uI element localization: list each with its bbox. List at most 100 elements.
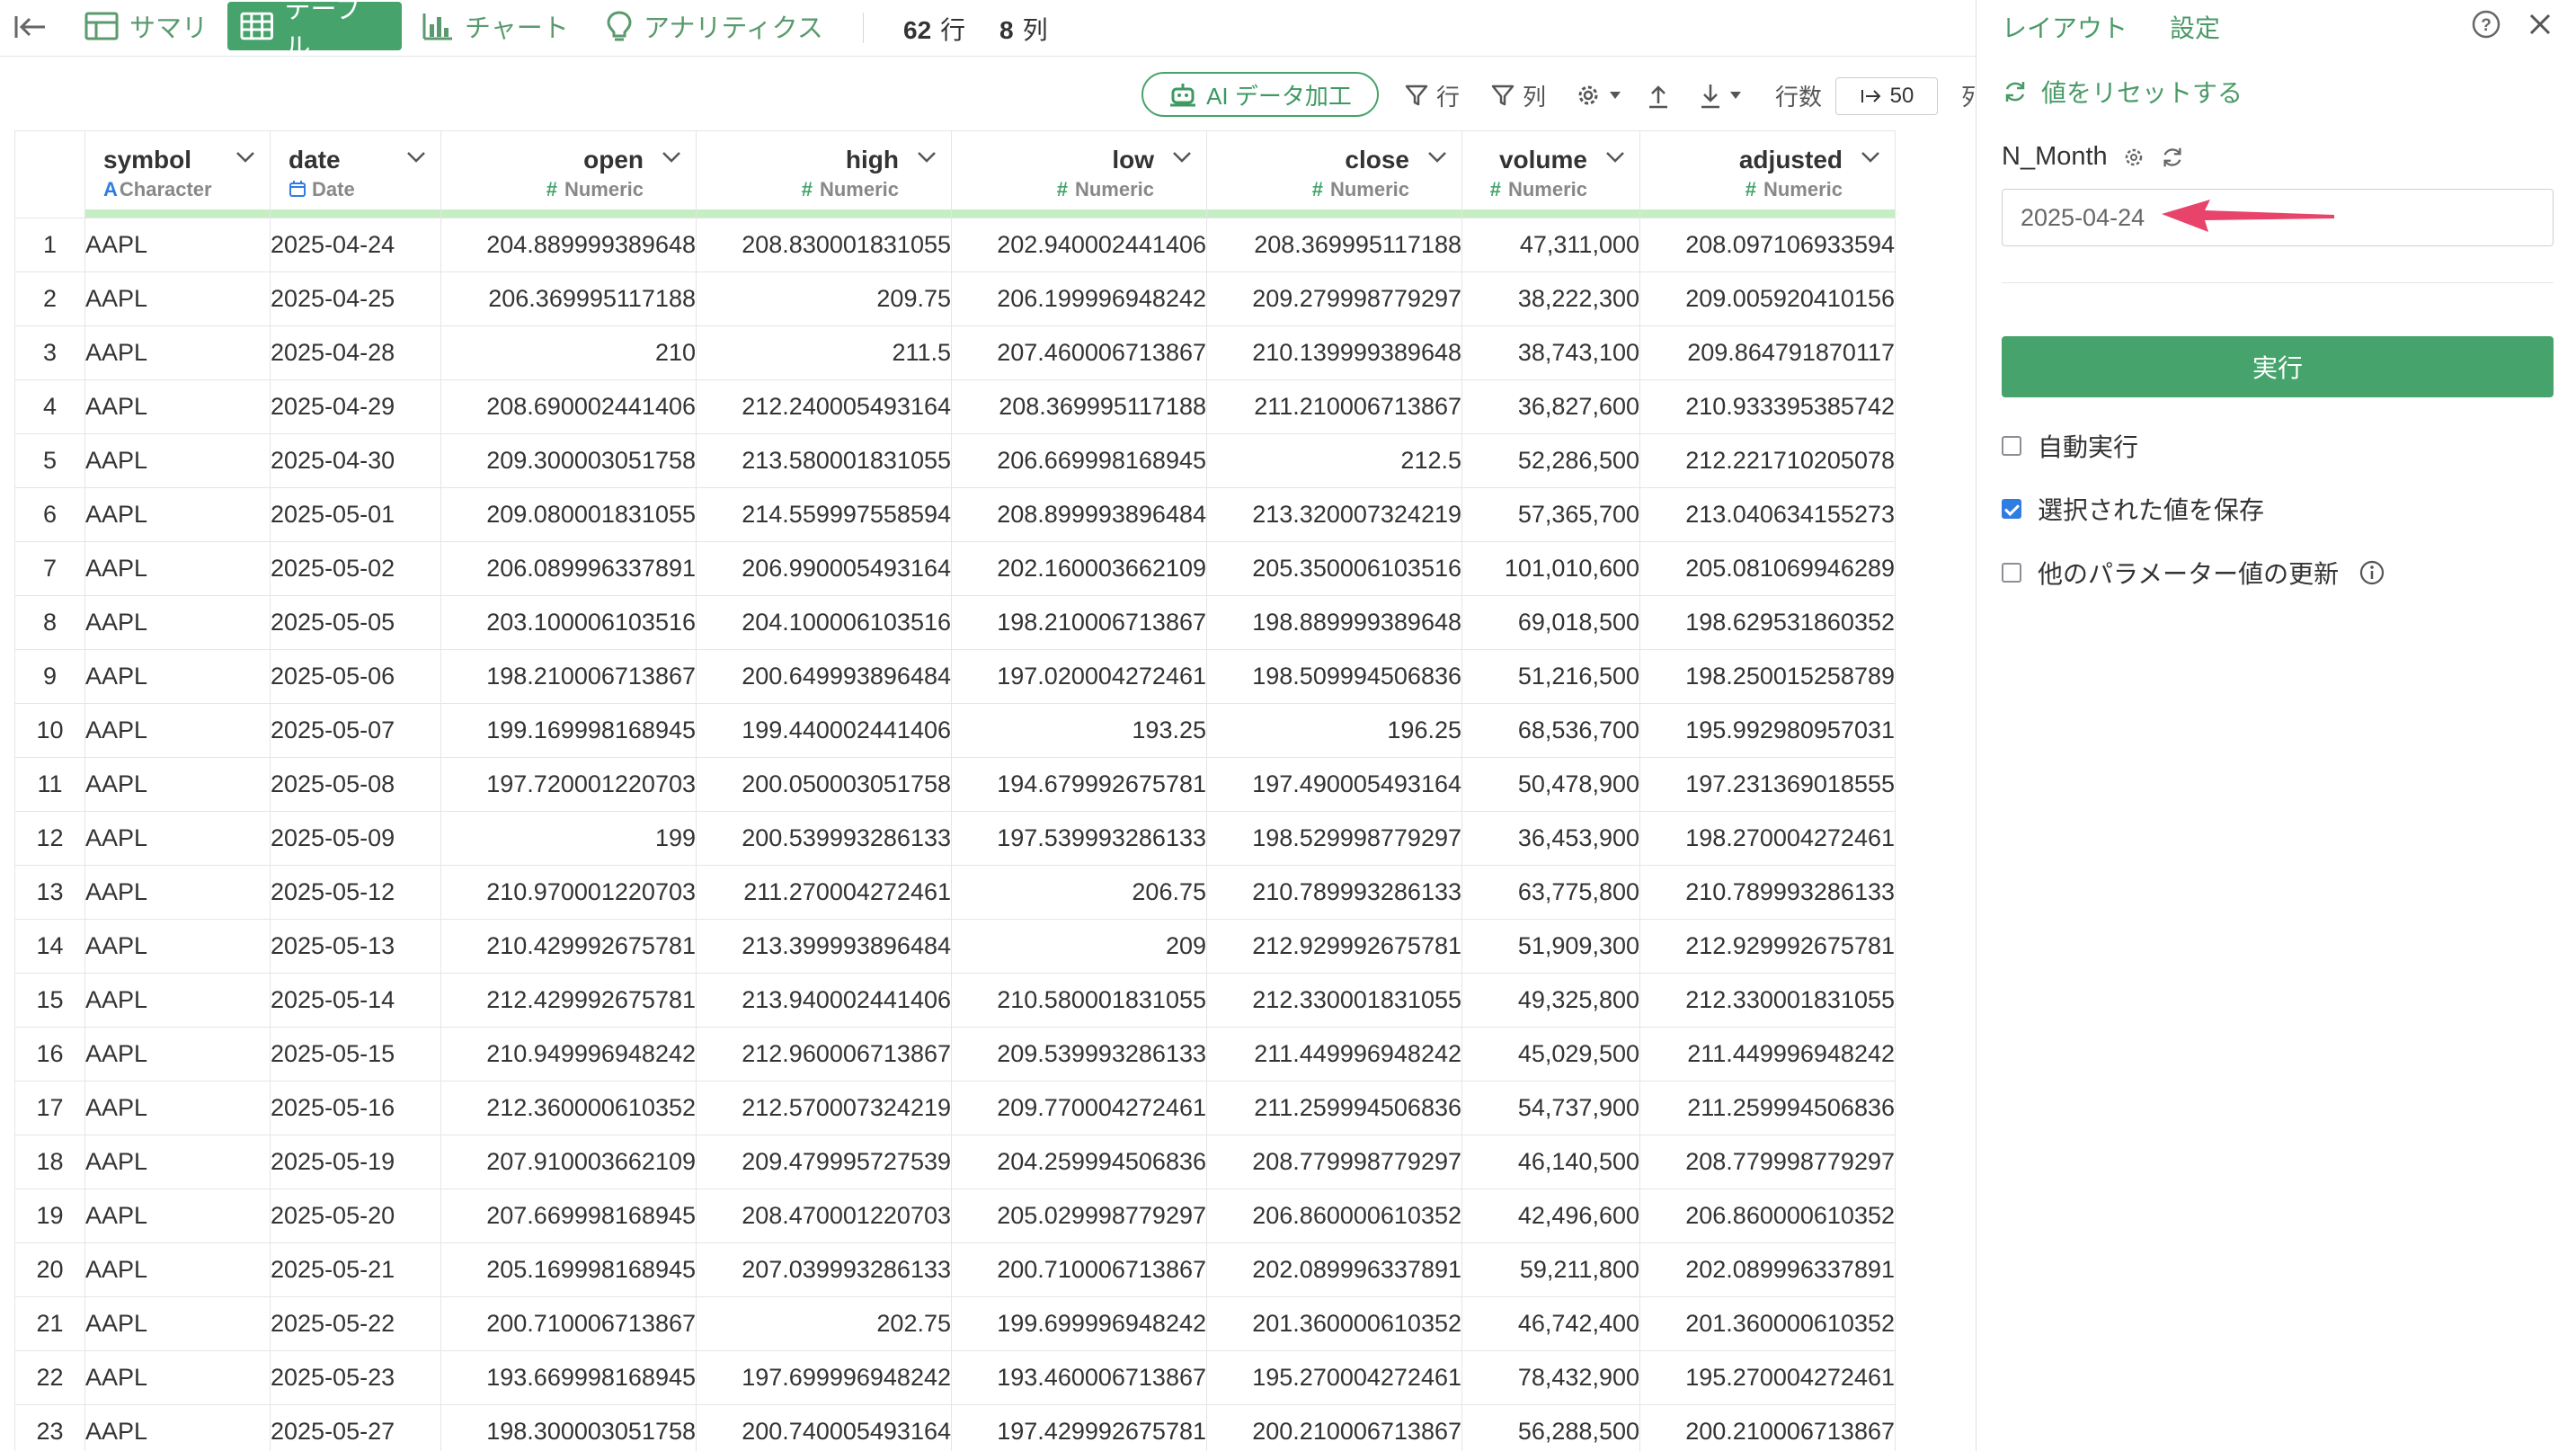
refresh-icon[interactable] <box>2160 145 2185 170</box>
cell-date[interactable]: 2025-05-16 <box>270 1081 441 1135</box>
cell-low[interactable]: 202.940002441406 <box>951 218 1207 272</box>
chevron-down-icon[interactable] <box>1605 151 1625 168</box>
cell-adjusted[interactable]: 213.040634155273 <box>1639 487 1896 542</box>
table-row[interactable]: 20 AAPL 2025-05-21 205.169998168945 207.0399… <box>14 1242 1896 1297</box>
cell-low[interactable]: 202.160003662109 <box>951 541 1207 596</box>
cell-volume[interactable]: 69,018,500 <box>1461 595 1640 650</box>
cell-volume[interactable]: 46,742,400 <box>1461 1296 1640 1351</box>
cell-low[interactable]: 193.25 <box>951 703 1207 758</box>
cell-volume[interactable]: 51,216,500 <box>1461 649 1640 704</box>
cell-adjusted[interactable]: 210.933395385742 <box>1639 379 1896 434</box>
cell-open[interactable]: 210.949996948242 <box>440 1027 697 1082</box>
cell-close[interactable]: 198.529998779297 <box>1206 811 1462 866</box>
chevron-down-icon[interactable] <box>662 151 681 168</box>
table-row[interactable]: 14 AAPL 2025-05-13 210.429992675781 213.3999… <box>14 919 1896 974</box>
chevron-down-icon[interactable] <box>1861 151 1880 168</box>
cell-volume[interactable]: 45,029,500 <box>1461 1027 1640 1082</box>
cell-symbol[interactable]: AAPL <box>84 757 271 812</box>
cell-volume[interactable]: 42,496,600 <box>1461 1188 1640 1243</box>
cell-adjusted[interactable]: 212.330001831055 <box>1639 973 1896 1028</box>
table-row[interactable]: 13 AAPL 2025-05-12 210.970001220703 211.2700… <box>14 865 1896 920</box>
close-icon[interactable] <box>2527 11 2554 42</box>
cell-low[interactable]: 206.669998168945 <box>951 433 1207 488</box>
table-row[interactable]: 18 AAPL 2025-05-19 207.910003662109 209.4799… <box>14 1135 1896 1189</box>
cell-date[interactable]: 2025-04-29 <box>270 379 441 434</box>
chevron-down-icon[interactable] <box>406 151 426 168</box>
cell-symbol[interactable]: AAPL <box>84 1188 271 1243</box>
table-row[interactable]: 1 AAPL 2025-04-24 204.889999389648 208.83000… <box>14 218 1896 272</box>
cell-adjusted[interactable]: 200.210006713867 <box>1639 1404 1896 1451</box>
cell-symbol[interactable]: AAPL <box>84 649 271 704</box>
cell-symbol[interactable]: AAPL <box>84 272 271 326</box>
cell-low[interactable]: 197.539993286133 <box>951 811 1207 866</box>
chevron-down-icon[interactable] <box>917 151 937 168</box>
cell-low[interactable]: 197.429992675781 <box>951 1404 1207 1451</box>
cell-volume[interactable]: 46,140,500 <box>1461 1135 1640 1189</box>
column-header-high[interactable]: high # Numeric <box>696 130 952 218</box>
cell-volume[interactable]: 68,536,700 <box>1461 703 1640 758</box>
cell-close[interactable]: 212.330001831055 <box>1206 973 1462 1028</box>
column-header-volume[interactable]: volume # Numeric <box>1461 130 1640 218</box>
table-row[interactable]: 5 AAPL 2025-04-30 209.300003051758 213.58000… <box>14 433 1896 488</box>
cell-open[interactable]: 199 <box>440 811 697 866</box>
cell-open[interactable]: 198.300003051758 <box>440 1404 697 1451</box>
cell-date[interactable]: 2025-05-08 <box>270 757 441 812</box>
cell-high[interactable]: 212.960006713867 <box>696 1027 952 1082</box>
cell-close[interactable]: 208.779998779297 <box>1206 1135 1462 1189</box>
cell-close[interactable]: 206.860000610352 <box>1206 1188 1462 1243</box>
cell-open[interactable]: 197.720001220703 <box>440 757 697 812</box>
cell-date[interactable]: 2025-05-21 <box>270 1242 441 1297</box>
cell-open[interactable]: 204.889999389648 <box>440 218 697 272</box>
cell-volume[interactable]: 49,325,800 <box>1461 973 1640 1028</box>
cell-high[interactable]: 200.649993896484 <box>696 649 952 704</box>
table-row[interactable]: 21 AAPL 2025-05-22 200.710006713867 202.75 19… <box>14 1296 1896 1351</box>
cell-open[interactable]: 207.910003662109 <box>440 1135 697 1189</box>
column-header-open[interactable]: open # Numeric <box>440 130 697 218</box>
cell-symbol[interactable]: AAPL <box>84 865 271 920</box>
cell-close[interactable]: 202.089996337891 <box>1206 1242 1462 1297</box>
cell-high[interactable]: 208.470001220703 <box>696 1188 952 1243</box>
ai-data-processing-button[interactable]: AI データ加工 <box>1141 72 1379 117</box>
cell-low[interactable]: 205.029998779297 <box>951 1188 1207 1243</box>
cell-volume[interactable]: 56,288,500 <box>1461 1404 1640 1451</box>
column-header-date[interactable]: date Date <box>270 130 441 218</box>
cell-adjusted[interactable]: 195.270004272461 <box>1639 1350 1896 1405</box>
cell-close[interactable]: 210.789993286133 <box>1206 865 1462 920</box>
chevron-down-icon[interactable] <box>235 151 255 168</box>
cell-high[interactable]: 199.440002441406 <box>696 703 952 758</box>
cell-close[interactable]: 210.139999389648 <box>1206 325 1462 380</box>
cell-adjusted[interactable]: 211.449996948242 <box>1639 1027 1896 1082</box>
cell-symbol[interactable]: AAPL <box>84 1350 271 1405</box>
table-row[interactable]: 11 AAPL 2025-05-08 197.720001220703 200.0500… <box>14 757 1896 812</box>
rows-per-page-input[interactable]: 50 <box>1835 77 1938 115</box>
cell-open[interactable]: 212.429992675781 <box>440 973 697 1028</box>
cell-symbol[interactable]: AAPL <box>84 325 271 380</box>
cell-symbol[interactable]: AAPL <box>84 379 271 434</box>
cell-adjusted[interactable]: 208.779998779297 <box>1639 1135 1896 1189</box>
column-header-adjusted[interactable]: adjusted # Numeric <box>1639 130 1896 218</box>
cell-adjusted[interactable]: 198.629531860352 <box>1639 595 1896 650</box>
cell-symbol[interactable]: AAPL <box>84 811 271 866</box>
cell-adjusted[interactable]: 195.992980957031 <box>1639 703 1896 758</box>
cell-adjusted[interactable]: 198.270004272461 <box>1639 811 1896 866</box>
cell-close[interactable]: 208.369995117188 <box>1206 218 1462 272</box>
cell-adjusted[interactable]: 201.360000610352 <box>1639 1296 1896 1351</box>
table-row[interactable]: 17 AAPL 2025-05-16 212.360000610352 212.5700… <box>14 1081 1896 1135</box>
cell-volume[interactable]: 38,743,100 <box>1461 325 1640 380</box>
run-button[interactable]: 実行 <box>2002 336 2554 397</box>
gear-icon[interactable] <box>2122 146 2145 169</box>
cell-symbol[interactable]: AAPL <box>84 433 271 488</box>
cell-date[interactable]: 2025-05-22 <box>270 1296 441 1351</box>
cell-high[interactable]: 200.050003051758 <box>696 757 952 812</box>
cell-low[interactable]: 207.460006713867 <box>951 325 1207 380</box>
cell-volume[interactable]: 51,909,300 <box>1461 919 1640 974</box>
cell-volume[interactable]: 36,827,600 <box>1461 379 1640 434</box>
cell-close[interactable]: 212.5 <box>1206 433 1462 488</box>
cell-volume[interactable]: 50,478,900 <box>1461 757 1640 812</box>
column-filter-button[interactable]: 列 <box>1490 77 1546 113</box>
cell-date[interactable]: 2025-04-30 <box>270 433 441 488</box>
cell-date[interactable]: 2025-04-25 <box>270 272 441 326</box>
cell-high[interactable]: 211.5 <box>696 325 952 380</box>
cell-low[interactable]: 200.710006713867 <box>951 1242 1207 1297</box>
cell-close[interactable]: 196.25 <box>1206 703 1462 758</box>
